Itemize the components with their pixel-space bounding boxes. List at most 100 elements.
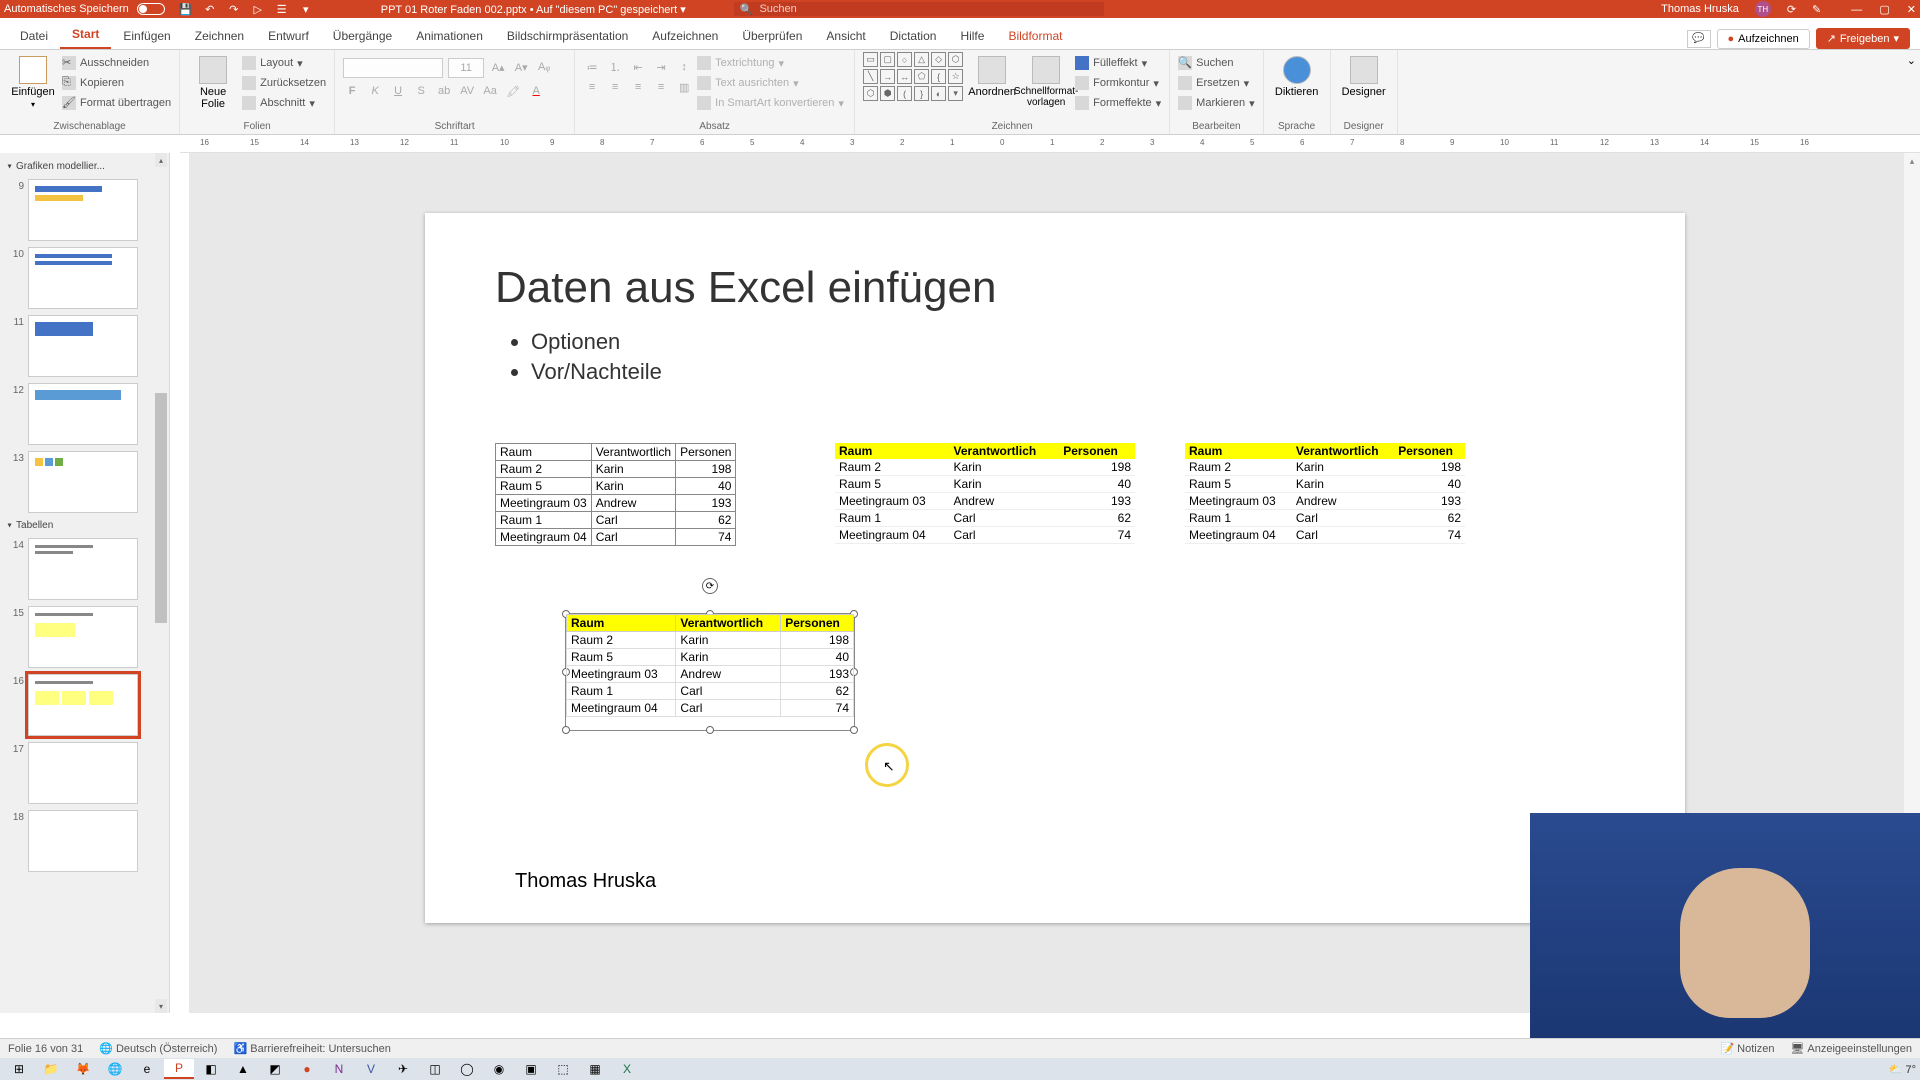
clear-format-icon[interactable]: Aᵩ xyxy=(535,58,553,76)
tb-firefox[interactable]: 🦊 xyxy=(68,1059,98,1079)
format-painter-button[interactable]: 🖌Format übertragen xyxy=(62,94,171,112)
share-button[interactable]: ↗Freigeben ▾ xyxy=(1816,28,1910,49)
tab-start[interactable]: Start xyxy=(60,21,111,49)
tb-vlc[interactable]: ▲ xyxy=(228,1059,258,1079)
sync-icon[interactable]: ⟳ xyxy=(1787,3,1796,16)
tb-telegram[interactable]: ✈ xyxy=(388,1059,418,1079)
shape-fill-button[interactable]: Fülleffekt ▾ xyxy=(1075,54,1161,72)
tab-animationen[interactable]: Animationen xyxy=(404,23,495,49)
minimize-icon[interactable]: — xyxy=(1851,4,1862,16)
tab-aufzeichnen[interactable]: Aufzeichnen xyxy=(640,23,730,49)
user-name[interactable]: Thomas Hruska xyxy=(1661,3,1739,15)
touch-mode-icon[interactable]: ☰ xyxy=(275,3,289,16)
tb-app8[interactable]: ⬚ xyxy=(548,1059,578,1079)
quickstyles-button[interactable]: Schnellformat- vorlagen xyxy=(1021,52,1071,108)
user-avatar[interactable]: TH xyxy=(1755,1,1771,17)
tab-dictation[interactable]: Dictation xyxy=(878,23,949,49)
case-icon[interactable]: Aa xyxy=(481,82,499,100)
maximize-icon[interactable]: ▢ xyxy=(1879,4,1889,16)
collapse-ribbon-icon[interactable]: ⌄ xyxy=(1907,55,1916,67)
tb-chrome[interactable]: 🌐 xyxy=(100,1059,130,1079)
tab-uebergaenge[interactable]: Übergänge xyxy=(321,23,404,49)
tb-powerpoint[interactable]: P xyxy=(164,1059,194,1079)
select-button[interactable]: Markieren ▾ xyxy=(1178,94,1254,112)
bullets-icon[interactable]: ≔ xyxy=(583,58,601,76)
tab-einfuegen[interactable]: Einfügen xyxy=(111,23,182,49)
columns-icon[interactable]: ▥ xyxy=(675,78,693,96)
font-color-icon[interactable]: A xyxy=(527,82,545,100)
shape-outline-button[interactable]: Formkontur ▾ xyxy=(1075,74,1161,92)
tb-app9[interactable]: ▦ xyxy=(580,1059,610,1079)
start-button[interactable]: ⊞ xyxy=(4,1059,34,1079)
weather-widget[interactable]: ⛅ 7° xyxy=(1889,1063,1916,1076)
tab-datei[interactable]: Datei xyxy=(8,23,60,49)
strike-icon[interactable]: S xyxy=(412,82,430,100)
designer-button[interactable]: Designer xyxy=(1339,52,1389,98)
align-left-icon[interactable]: ≡ xyxy=(583,78,601,96)
search-box[interactable]: 🔍 Suchen xyxy=(734,2,1104,16)
dictate-button[interactable]: Diktieren xyxy=(1272,52,1322,98)
new-slide-button[interactable]: Neue Folie xyxy=(188,52,238,110)
autosave-toggle[interactable] xyxy=(137,3,165,15)
tb-visio[interactable]: V xyxy=(356,1059,386,1079)
section-header[interactable]: Grafiken modellier... xyxy=(2,157,167,176)
indent-inc-icon[interactable]: ⇥ xyxy=(652,58,670,76)
thumb-11[interactable] xyxy=(28,315,138,377)
shadow-icon[interactable]: ab xyxy=(435,82,453,100)
justify-icon[interactable]: ≡ xyxy=(652,78,670,96)
shapes-gallery[interactable]: ▭▢○△◇⬡ ╲→↔⬠{☆ ⬡⬢(}◐▾ xyxy=(863,52,963,101)
tb-app3[interactable]: ● xyxy=(292,1059,322,1079)
tab-hilfe[interactable]: Hilfe xyxy=(948,23,996,49)
linespacing-icon[interactable]: ↕ xyxy=(675,58,693,76)
tb-app5[interactable]: ◯ xyxy=(452,1059,482,1079)
redo-icon[interactable]: ↷ xyxy=(227,3,241,16)
tab-entwurf[interactable]: Entwurf xyxy=(256,23,321,49)
undo-icon[interactable]: ↶ xyxy=(203,3,217,16)
grow-font-icon[interactable]: A▴ xyxy=(489,58,507,76)
qat-customize-icon[interactable]: ▾ xyxy=(299,3,313,16)
numbering-icon[interactable]: ⒈ xyxy=(606,58,624,76)
cut-button[interactable]: ✂Ausschneiden xyxy=(62,54,171,72)
tb-onenote[interactable]: N xyxy=(324,1059,354,1079)
thumb-12[interactable] xyxy=(28,383,138,445)
thumb-17[interactable] xyxy=(28,742,138,804)
shape-effects-button[interactable]: Formeffekte ▾ xyxy=(1075,94,1161,112)
resize-handle[interactable] xyxy=(850,726,858,734)
bold-icon[interactable]: F xyxy=(343,82,361,100)
thumb-15[interactable] xyxy=(28,606,138,668)
font-size-combo[interactable]: 11 xyxy=(448,58,484,78)
rotate-handle-icon[interactable]: ⟳ xyxy=(702,578,718,594)
selected-object[interactable]: ⟳ RaumVerantwortlichPersonen Raum 2Karin… xyxy=(565,613,855,731)
tb-app6[interactable]: ◉ xyxy=(484,1059,514,1079)
thumb-13[interactable] xyxy=(28,451,138,513)
tb-edge[interactable]: e xyxy=(132,1059,162,1079)
save-icon[interactable]: 💾 xyxy=(179,3,193,16)
slide-counter[interactable]: Folie 16 von 31 xyxy=(8,1043,83,1055)
section-button[interactable]: Abschnitt ▾ xyxy=(242,94,326,112)
replace-button[interactable]: Ersetzen ▾ xyxy=(1178,74,1254,92)
ruler-horizontal[interactable]: 1615141312111098765432101234567891011121… xyxy=(180,135,1920,153)
thumb-10[interactable] xyxy=(28,247,138,309)
font-family-combo[interactable] xyxy=(343,58,443,78)
ruler-vertical[interactable] xyxy=(170,153,190,1013)
tab-bildschirm[interactable]: Bildschirmpräsentation xyxy=(495,23,640,49)
indent-dec-icon[interactable]: ⇤ xyxy=(629,58,647,76)
italic-icon[interactable]: K xyxy=(366,82,384,100)
copy-button[interactable]: ⎘Kopieren xyxy=(62,74,171,92)
arrange-button[interactable]: Anordnen xyxy=(967,52,1017,98)
accessibility-status[interactable]: ♿ Barrierefreiheit: Untersuchen xyxy=(233,1042,390,1055)
reset-button[interactable]: Zurücksetzen xyxy=(242,74,326,92)
tb-app7[interactable]: ▣ xyxy=(516,1059,546,1079)
underline-icon[interactable]: U xyxy=(389,82,407,100)
record-button[interactable]: ●Aufzeichnen xyxy=(1717,29,1810,49)
thumb-scrollbar[interactable]: ▴ ▾ xyxy=(153,153,169,1013)
align-center-icon[interactable]: ≡ xyxy=(606,78,624,96)
highlight-icon[interactable]: 🖍 xyxy=(504,82,522,100)
notes-button[interactable]: 📝 Notizen xyxy=(1720,1042,1774,1055)
thumb-18[interactable] xyxy=(28,810,138,872)
from-start-icon[interactable]: ▷ xyxy=(251,3,265,16)
tab-zeichnen[interactable]: Zeichnen xyxy=(183,23,256,49)
tb-explorer[interactable]: 📁 xyxy=(36,1059,66,1079)
tab-bildformat[interactable]: Bildformat xyxy=(996,23,1074,49)
language-status[interactable]: 🌐 Deutsch (Österreich) xyxy=(99,1042,217,1055)
